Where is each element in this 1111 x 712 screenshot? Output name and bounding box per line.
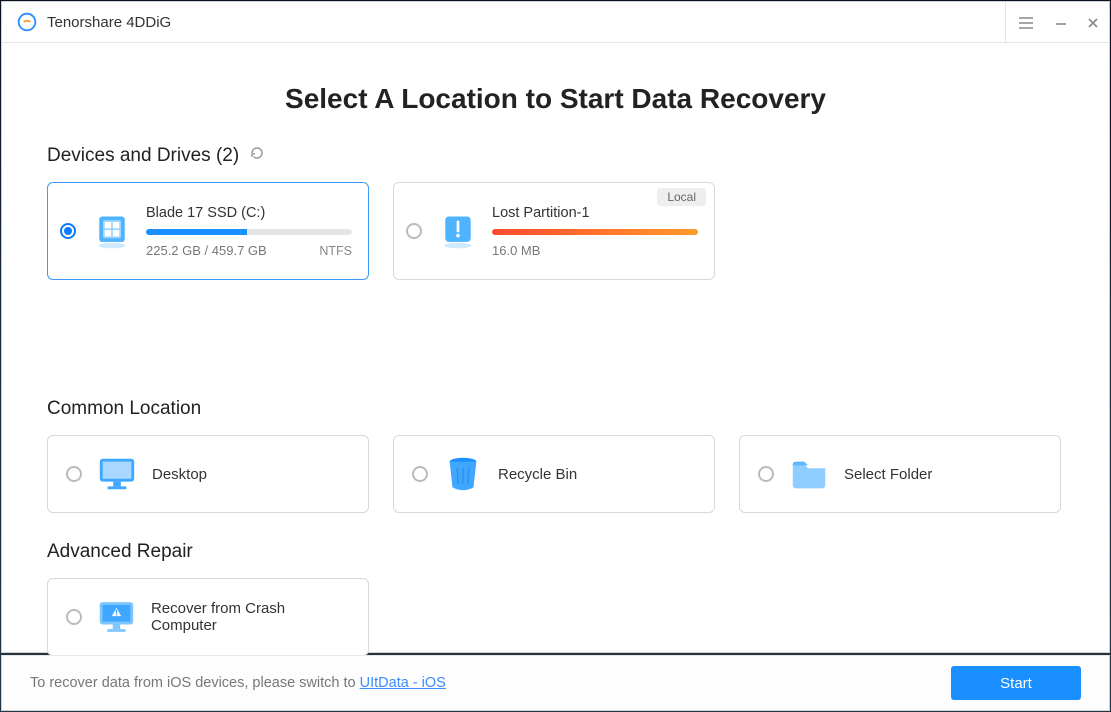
crash-computer-icon [96, 596, 137, 638]
drive-name: Lost Partition-1 [492, 205, 698, 221]
location-label: Recycle Bin [498, 466, 577, 483]
location-crash-recovery[interactable]: Recover from Crash Computer [47, 578, 369, 656]
refresh-icon[interactable] [249, 145, 265, 167]
location-recycle-bin[interactable]: Recycle Bin [393, 435, 715, 513]
radio-icon [412, 466, 428, 482]
minimize-button[interactable] [1045, 2, 1077, 43]
radio-icon [66, 609, 82, 625]
ultdata-ios-link[interactable]: UItData - iOS [360, 675, 446, 691]
lost-partition-icon [438, 211, 478, 251]
footer-text: To recover data from iOS devices, please… [30, 675, 360, 691]
location-label: Recover from Crash Computer [151, 600, 350, 634]
drive-size: 225.2 GB / 459.7 GB [146, 243, 267, 258]
folder-icon [788, 453, 830, 495]
common-heading: Common Location [47, 398, 1064, 420]
advanced-heading: Advanced Repair [47, 541, 1064, 563]
titlebar: Tenorshare 4DDiG [2, 2, 1109, 43]
ssd-drive-icon [92, 211, 132, 251]
app-logo-icon [17, 12, 37, 32]
menu-button[interactable] [1005, 2, 1045, 43]
radio-icon [406, 223, 422, 239]
usage-bar [492, 229, 698, 235]
drive-name: Blade 17 SSD (C:) [146, 205, 352, 221]
drive-card[interactable]: Local Lost Partition-1 16.0 MB [393, 182, 715, 280]
location-desktop[interactable]: Desktop [47, 435, 369, 513]
location-select-folder[interactable]: Select Folder [739, 435, 1061, 513]
recycle-bin-icon [442, 453, 484, 495]
footer: To recover data from iOS devices, please… [1, 655, 1110, 711]
radio-icon [60, 223, 76, 239]
start-button[interactable]: Start [951, 666, 1081, 700]
usage-bar [146, 229, 352, 235]
drive-fs: NTFS [319, 244, 352, 258]
drive-size: 16.0 MB [492, 243, 540, 258]
page-title: Select A Location to Start Data Recovery [47, 83, 1064, 115]
desktop-icon [96, 453, 138, 495]
radio-icon [758, 466, 774, 482]
location-label: Select Folder [844, 466, 932, 483]
radio-icon [66, 466, 82, 482]
location-label: Desktop [152, 466, 207, 483]
drive-card[interactable]: Blade 17 SSD (C:) 225.2 GB / 459.7 GB NT… [47, 182, 369, 280]
close-button[interactable] [1077, 2, 1109, 43]
drives-heading: Devices and Drives (2) [47, 145, 1064, 167]
local-badge: Local [657, 188, 706, 206]
app-title: Tenorshare 4DDiG [47, 14, 171, 31]
